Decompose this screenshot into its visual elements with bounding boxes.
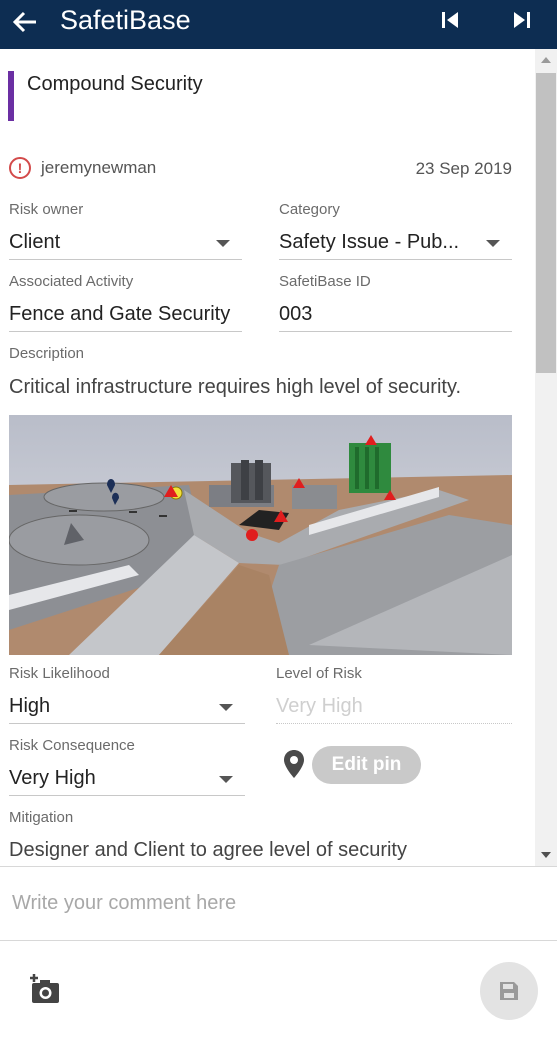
risk-detail-form: Compound Security ! jeremynewman 23 Sep … (0, 49, 557, 866)
category-select[interactable]: Safety Issue - Pub... (279, 226, 512, 260)
chevron-down-icon (216, 240, 230, 247)
app-title: SafetiBase (60, 5, 191, 35)
chevron-down-icon (219, 776, 233, 783)
chevron-down-icon (219, 704, 233, 711)
site-scene-illustration (9, 415, 512, 655)
scroll-up-icon[interactable] (541, 57, 551, 63)
author-row: ! jeremynewman (9, 157, 156, 179)
associated-activity-value: Fence and Gate Security (9, 303, 231, 325)
alert-circle-icon: ! (9, 157, 31, 179)
scroll-down-icon[interactable] (541, 852, 551, 858)
description-label: Description (9, 345, 85, 362)
risk-likelihood-select[interactable]: High (9, 690, 245, 724)
save-button[interactable] (480, 962, 538, 1020)
divider (0, 940, 557, 941)
category-label: Category (279, 201, 340, 218)
safetibase-id-value: 003 (279, 303, 313, 325)
first-record-button[interactable] (436, 6, 464, 34)
scrollbar[interactable] (535, 49, 557, 866)
risk-owner-label: Risk owner (9, 201, 84, 218)
chevron-down-icon (486, 240, 500, 247)
risk-color-indicator (8, 71, 14, 121)
mitigation-text[interactable]: Designer and Client to agree level of se… (9, 839, 407, 862)
associated-activity-label: Associated Activity (9, 273, 134, 290)
level-of-risk-value: Very High (276, 695, 363, 717)
associated-activity-field[interactable]: Fence and Gate Security (9, 298, 242, 332)
risk-date: 23 Sep 2019 (415, 159, 512, 178)
add-photo-icon (30, 974, 59, 1003)
map-pin-icon (284, 750, 304, 778)
site-3d-model-image[interactable] (9, 415, 512, 655)
edit-pin-button[interactable]: Edit pin (312, 746, 421, 784)
level-of-risk-field: Very High (276, 690, 512, 724)
app-bar: SafetiBase (0, 0, 557, 49)
scrollbar-thumb[interactable] (536, 73, 556, 373)
risk-consequence-value: Very High (9, 767, 96, 789)
risk-title: Compound Security (27, 73, 203, 95)
back-button[interactable] (8, 2, 42, 42)
floppy-disk-icon (500, 982, 518, 1000)
arrow-left-icon (12, 11, 36, 33)
risk-owner-value: Client (9, 231, 61, 253)
level-of-risk-label: Level of Risk (276, 665, 362, 682)
safetibase-id-field: 003 (279, 298, 512, 332)
risk-owner-select[interactable]: Client (9, 226, 242, 260)
skip-first-icon (442, 12, 458, 28)
risk-likelihood-label: Risk Likelihood (9, 665, 110, 682)
divider (0, 866, 557, 867)
category-value: Safety Issue - Pub... (279, 231, 460, 253)
comment-input[interactable]: Write your comment here (12, 892, 236, 915)
safetibase-id-label: SafetiBase ID (279, 273, 371, 290)
mitigation-label: Mitigation (9, 809, 74, 826)
skip-last-icon (514, 12, 530, 28)
risk-consequence-label: Risk Consequence (9, 737, 135, 754)
add-photo-button[interactable] (28, 973, 62, 1007)
description-text[interactable]: Critical infrastructure requires high le… (9, 376, 461, 399)
risk-likelihood-value: High (9, 695, 51, 717)
last-record-button[interactable] (508, 6, 536, 34)
author-name: jeremynewman (41, 158, 157, 177)
risk-consequence-select[interactable]: Very High (9, 762, 245, 796)
